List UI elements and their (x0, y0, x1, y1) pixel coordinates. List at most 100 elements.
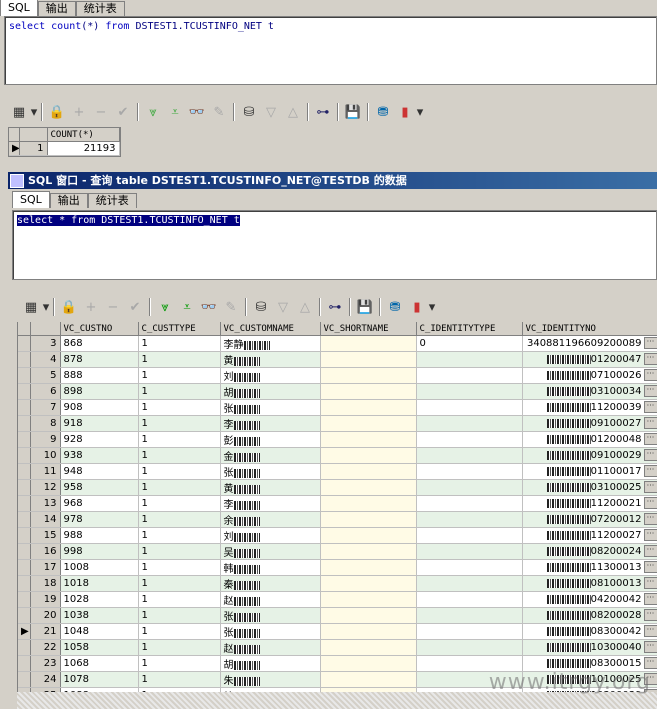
more-button[interactable]: ··· (643, 609, 657, 621)
delete-record-icon[interactable]: − (90, 102, 112, 122)
cell-shortname[interactable] (320, 559, 417, 576)
cell-shortname[interactable] (320, 671, 417, 688)
save-icon[interactable]: 💾 (342, 102, 364, 122)
cell-identityno[interactable]: 11200039 ··· (522, 399, 657, 416)
cell-customname[interactable]: 胡 (220, 655, 321, 672)
cell-identitytype[interactable] (416, 463, 523, 480)
cell-custno[interactable]: 918 (60, 415, 139, 432)
cell-identityno[interactable]: 11200027 ··· (522, 527, 657, 544)
dropdown-arrow-icon[interactable]: ▾ (30, 102, 38, 122)
cell-identityno[interactable]: 01200047 ··· (522, 351, 657, 368)
more-button[interactable]: ··· (643, 497, 657, 509)
more-button[interactable]: ··· (643, 657, 657, 669)
cell-identitytype[interactable] (416, 415, 523, 432)
table-row[interactable]: 16 998 1 吴 08200024 ··· (18, 543, 657, 560)
tab-sql[interactable]: SQL (0, 0, 38, 16)
cell-custtype[interactable]: 1 (138, 559, 221, 576)
cell-identityno[interactable]: 01100017 ··· (522, 463, 657, 480)
cell-customname[interactable]: 胡 (220, 383, 321, 400)
cell-custtype[interactable]: 1 (138, 527, 221, 544)
cell-identitytype[interactable] (416, 543, 523, 560)
column-header[interactable]: VC_CUSTNO (60, 322, 139, 336)
chart-icon[interactable]: ▮ (406, 297, 428, 317)
fetch-next-icon[interactable]: ⩔ (142, 102, 164, 122)
table-row[interactable]: ▶ 21 1048 1 张 08300042 ··· (18, 623, 657, 640)
lock-icon[interactable]: 🔒 (46, 102, 68, 122)
explain-plan-icon[interactable]: ⊶ (312, 102, 334, 122)
more-button[interactable]: ··· (643, 433, 657, 445)
cell-custtype[interactable]: 1 (138, 591, 221, 608)
fetch-last-icon[interactable]: ⩡ (164, 102, 186, 122)
query-by-example-icon[interactable]: ⛁ (238, 102, 260, 122)
add-record-icon[interactable]: + (68, 102, 90, 122)
cell-customname[interactable]: 黄 (220, 479, 321, 496)
find-icon[interactable]: 👓 (186, 102, 208, 122)
cell-identityno[interactable]: 08200028 ··· (522, 607, 657, 624)
cell-custtype[interactable]: 1 (138, 543, 221, 560)
previous-page-icon[interactable]: △ (282, 102, 304, 122)
cell-identitytype[interactable] (416, 607, 523, 624)
cell-shortname[interactable] (320, 463, 417, 480)
cell-custno[interactable]: 948 (60, 463, 139, 480)
table-row[interactable]: 6 898 1 胡 03100034 ··· (18, 383, 657, 400)
cell-custtype[interactable]: 1 (138, 335, 221, 352)
table-row[interactable]: 11 948 1 张 01100017 ··· (18, 463, 657, 480)
cell-custno[interactable]: 888 (60, 367, 139, 384)
sql-editor-2[interactable]: select * from DSTEST1.TCUSTINFO_NET t (12, 210, 657, 280)
cell-identityno[interactable]: 08300042 ··· (522, 623, 657, 640)
cell-identityno[interactable]: 10300040 ··· (522, 639, 657, 656)
cell-custtype[interactable]: 1 (138, 639, 221, 656)
table-row[interactable]: 20 1038 1 张 08200028 ··· (18, 607, 657, 624)
cell-customname[interactable]: 彭 (220, 431, 321, 448)
more-button[interactable]: ··· (643, 401, 657, 413)
cell-identitytype[interactable] (416, 479, 523, 496)
table-row[interactable]: 19 1028 1 赵 04200042 ··· (18, 591, 657, 608)
cell-customname[interactable]: 李 (220, 495, 321, 512)
cell-shortname[interactable] (320, 543, 417, 560)
tab-sql[interactable]: SQL (12, 191, 50, 208)
clear-icon[interactable]: ✎ (220, 297, 242, 317)
tab-statistics[interactable]: 统计表 (75, 1, 125, 16)
dropdown-arrow-icon[interactable]: ▾ (416, 102, 424, 122)
cell-shortname[interactable] (320, 431, 417, 448)
cell-customname[interactable]: 张 (220, 463, 321, 480)
table-row[interactable]: 13 968 1 李 11200021 ··· (18, 495, 657, 512)
table-row[interactable]: 4 878 1 黄 01200047 ··· (18, 351, 657, 368)
fetch-next-icon[interactable]: ⩔ (154, 297, 176, 317)
more-button[interactable]: ··· (643, 337, 657, 349)
cell-customname[interactable]: 金 (220, 447, 321, 464)
cell-custno[interactable]: 908 (60, 399, 139, 416)
post-changes-icon[interactable]: ✔ (124, 297, 146, 317)
cell-identityno[interactable]: 07100026 ··· (522, 367, 657, 384)
cell-shortname[interactable] (320, 415, 417, 432)
post-changes-icon[interactable]: ✔ (112, 102, 134, 122)
cell-customname[interactable]: 秦 (220, 575, 321, 592)
table-row[interactable]: 18 1018 1 秦 08100013 ··· (18, 575, 657, 592)
column-header[interactable]: C_CUSTTYPE (138, 322, 221, 336)
cell-identitytype[interactable] (416, 527, 523, 544)
sql-editor-1[interactable]: select count(*) from DSTEST1.TCUSTINFO_N… (4, 16, 657, 85)
cell-shortname[interactable] (320, 639, 417, 656)
cell-shortname[interactable] (320, 527, 417, 544)
more-button[interactable]: ··· (643, 545, 657, 557)
cell-identitytype[interactable] (416, 575, 523, 592)
column-header[interactable]: COUNT(*) (47, 128, 120, 142)
cell-shortname[interactable] (320, 511, 417, 528)
cell-identitytype[interactable] (416, 383, 523, 400)
cell-identitytype[interactable] (416, 511, 523, 528)
cell-identityno[interactable]: 340881196609200089 ··· (522, 335, 657, 352)
cell-shortname[interactable] (320, 351, 417, 368)
cell-custtype[interactable]: 1 (138, 623, 221, 640)
previous-page-icon[interactable]: △ (294, 297, 316, 317)
cell-custno[interactable]: 1018 (60, 575, 139, 592)
cell-custtype[interactable]: 1 (138, 495, 221, 512)
table-row[interactable]: 22 1058 1 赵 10300040 ··· (18, 639, 657, 656)
cell-shortname[interactable] (320, 623, 417, 640)
find-icon[interactable]: 👓 (198, 297, 220, 317)
cell-custtype[interactable]: 1 (138, 607, 221, 624)
cell-customname[interactable]: 刘 (220, 367, 321, 384)
explain-plan-icon[interactable]: ⊶ (324, 297, 346, 317)
next-page-icon[interactable]: ▽ (260, 102, 282, 122)
grid-layout-icon[interactable]: ▦ (8, 102, 30, 122)
cell-custtype[interactable]: 1 (138, 463, 221, 480)
